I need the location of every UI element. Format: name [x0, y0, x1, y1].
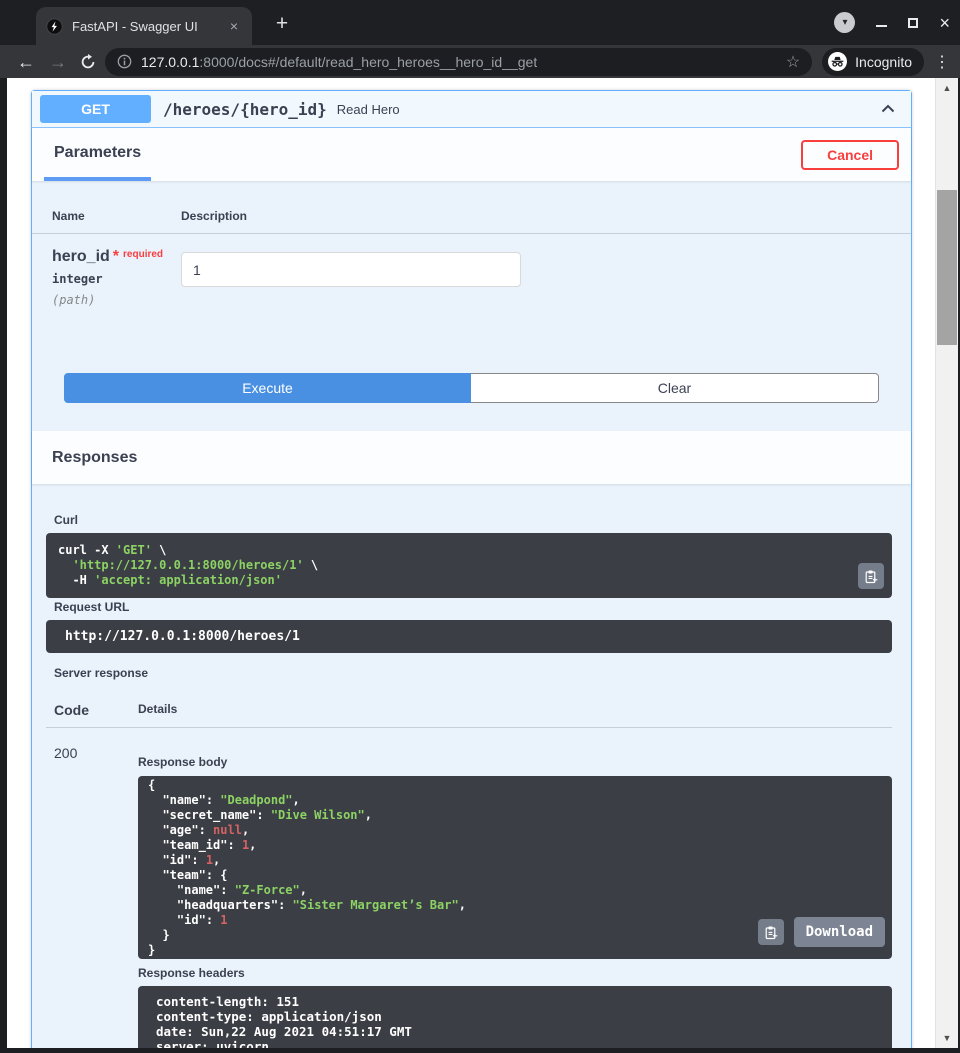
minimize-button[interactable]: [876, 25, 887, 27]
scroll-down-icon[interactable]: ▼: [936, 1033, 958, 1043]
parameters-body: Name Description hero_id*required intege…: [32, 181, 911, 431]
parameter-location: (path): [52, 293, 181, 307]
response-details-cell: Response body { "name": "Deadpond", "sec…: [138, 742, 892, 1048]
endpoint-summary: Read Hero: [337, 102, 400, 117]
http-method-badge: GET: [40, 95, 151, 123]
parameters-header: Parameters Cancel: [32, 128, 911, 181]
curl-command: curl -X 'GET' \ 'http://127.0.0.1:8000/h…: [58, 543, 880, 588]
responses-header: Responses: [32, 431, 911, 484]
forward-icon[interactable]: →: [49, 53, 67, 71]
required-star: *: [113, 248, 119, 265]
responses-body: Curl curl -X 'GET' \ 'http://127.0.0.1:8…: [32, 484, 911, 1048]
tab-title: FastAPI - Swagger UI: [72, 19, 226, 34]
parameter-row: hero_id*required integer (path): [32, 234, 911, 307]
tab-close-icon[interactable]: ×: [226, 17, 242, 35]
column-description: Description: [181, 209, 247, 223]
copy-curl-button[interactable]: [858, 563, 884, 589]
incognito-label: Incognito: [855, 54, 912, 70]
clear-button[interactable]: Clear: [471, 373, 879, 403]
response-body-block: { "name": "Deadpond", "secret_name": "Di…: [138, 776, 892, 959]
response-headers-label: Response headers: [138, 966, 892, 980]
response-body-actions: Download: [758, 917, 885, 947]
swagger-page: GET /heroes/{hero_id} Read Hero Paramete…: [7, 78, 935, 1048]
execute-row: Execute Clear: [64, 373, 879, 431]
endpoint-path: /heroes/{hero_id}: [163, 100, 327, 119]
maximize-button[interactable]: [908, 18, 918, 28]
back-icon[interactable]: ←: [17, 53, 35, 71]
browser-viewport: GET /heroes/{hero_id} Read Hero Paramete…: [7, 78, 958, 1048]
parameters-table-head: Name Description: [32, 181, 911, 234]
browser-tab[interactable]: FastAPI - Swagger UI ×: [36, 7, 252, 45]
browser-tab-bar: FastAPI - Swagger UI × + ▾ ×: [0, 0, 960, 45]
response-body-label: Response body: [138, 755, 892, 769]
new-tab-button[interactable]: +: [268, 11, 296, 39]
reload-icon[interactable]: [80, 54, 96, 70]
url-text: 127.0.0.1:8000/docs#/default/read_hero_h…: [141, 54, 537, 70]
browser-update-menu-icon[interactable]: ▾: [834, 12, 855, 33]
window-close-button[interactable]: ×: [939, 15, 950, 31]
curl-command-block: curl -X 'GET' \ 'http://127.0.0.1:8000/h…: [46, 533, 892, 598]
cancel-button[interactable]: Cancel: [801, 140, 899, 170]
fastapi-favicon-icon: [46, 18, 63, 35]
response-headers-text: content-length: 151content-type: applica…: [156, 994, 874, 1048]
incognito-icon: [828, 52, 847, 71]
response-table-head: Code Details: [46, 686, 892, 728]
bookmark-star-icon[interactable]: ☆: [786, 52, 800, 72]
responses-title: Responses: [52, 449, 137, 467]
column-name: Name: [52, 209, 181, 223]
copy-response-button[interactable]: [758, 919, 784, 945]
request-url-block: http://127.0.0.1:8000/heroes/1: [46, 620, 892, 653]
execute-button[interactable]: Execute: [64, 373, 471, 403]
browser-toolbar: ← → 127.0.0.1:8000/docs#/default/read_he…: [0, 45, 960, 78]
tab-parameters[interactable]: Parameters: [44, 128, 151, 181]
opblock-summary[interactable]: GET /heroes/{hero_id} Read Hero: [32, 91, 911, 128]
parameter-description-cell: [181, 248, 521, 307]
page-scrollbar[interactable]: ▲ ▼: [935, 78, 958, 1048]
download-button[interactable]: Download: [794, 917, 885, 947]
address-bar[interactable]: 127.0.0.1:8000/docs#/default/read_hero_h…: [105, 48, 812, 76]
column-details: Details: [138, 702, 177, 718]
parameter-type: integer: [52, 272, 181, 286]
response-headers-block: content-length: 151content-type: applica…: [138, 986, 892, 1048]
browser-menu-icon[interactable]: ⋮: [934, 52, 950, 72]
scrollbar-thumb[interactable]: [937, 190, 957, 345]
opblock-get-heroes: GET /heroes/{hero_id} Read Hero Paramete…: [31, 90, 912, 1048]
request-url-label: Request URL: [54, 600, 892, 614]
parameter-name: hero_id*required: [52, 248, 181, 266]
collapse-chevron-icon[interactable]: [880, 101, 896, 117]
parameter-name-cell: hero_id*required integer (path): [52, 248, 181, 307]
hero-id-input[interactable]: [181, 252, 521, 287]
incognito-badge: Incognito: [822, 48, 924, 76]
scroll-up-icon[interactable]: ▲: [936, 83, 958, 93]
server-response-label: Server response: [54, 666, 892, 680]
column-code: Code: [54, 702, 138, 718]
site-info-icon[interactable]: [117, 54, 132, 69]
required-label: required: [123, 249, 163, 260]
response-row: 200 Response body { "name": "Deadpond", …: [46, 728, 892, 1048]
window-controls: ▾ ×: [834, 0, 950, 45]
status-code: 200: [54, 742, 138, 1048]
request-url-text: http://127.0.0.1:8000/heroes/1: [65, 628, 873, 645]
curl-label: Curl: [54, 513, 892, 527]
